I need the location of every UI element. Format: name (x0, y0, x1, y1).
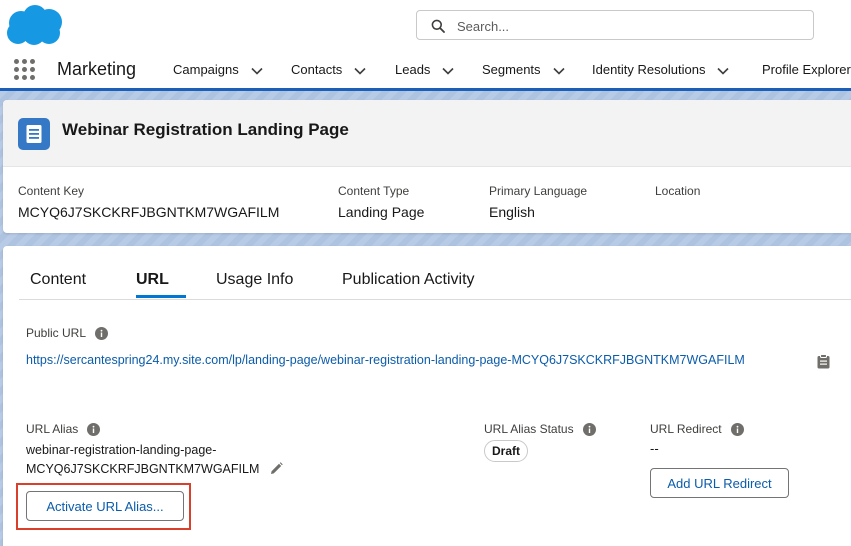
field-value: Landing Page (338, 204, 425, 220)
chevron-down-icon[interactable] (442, 67, 454, 75)
tab-usage-info[interactable]: Usage Info (216, 271, 293, 289)
nav-item-segments[interactable]: Segments (482, 62, 565, 77)
label-text: Public URL (26, 326, 87, 340)
field-label: Primary Language (489, 184, 588, 198)
search-input[interactable] (455, 14, 799, 38)
detail-card: Content URL Usage Info Publication Activ… (3, 246, 851, 546)
chevron-down-icon[interactable] (552, 67, 565, 75)
nav-item-profile-explorer[interactable]: Profile Explorer (762, 62, 851, 77)
public-url-link[interactable]: https://sercantespring24.my.site.com/lp/… (26, 353, 745, 367)
info-icon[interactable] (582, 423, 596, 437)
nav-item-leads[interactable]: Leads (395, 62, 454, 77)
field-value: MCYQ6J7SKCKRFJBGNTKM7WGAFILM (18, 204, 280, 220)
document-icon (18, 118, 50, 150)
public-url-label: Public URL (26, 326, 109, 341)
nav-item-contacts[interactable]: Contacts (291, 62, 366, 77)
label-text: URL Alias Status (484, 422, 574, 436)
field-primary-language: Primary Language English (489, 184, 587, 220)
field-label: Content Key (18, 184, 85, 198)
app-launcher-icon[interactable] (14, 59, 36, 81)
chevron-down-icon[interactable] (354, 67, 366, 75)
record-title: Webinar Registration Landing Page (62, 120, 349, 139)
clipboard-icon[interactable] (817, 354, 830, 369)
info-icon[interactable] (95, 327, 109, 341)
tab-publication-activity[interactable]: Publication Activity (342, 271, 475, 289)
tab-bar: Content URL Usage Info Publication Activ… (19, 246, 851, 300)
global-search[interactable] (416, 10, 814, 40)
field-value: English (489, 204, 535, 220)
pencil-icon[interactable] (270, 462, 283, 475)
status-badge: Draft (484, 440, 529, 462)
nav-item-label: Profile Explorer (762, 62, 851, 77)
global-header (0, 0, 851, 52)
field-label: Content Type (338, 184, 410, 198)
app-name: Marketing (57, 59, 137, 79)
app-nav-bar: Marketing Campaigns Contacts Leads Segme… (0, 52, 851, 91)
nav-item-label: Contacts (291, 62, 343, 77)
search-icon (431, 19, 445, 33)
nav-item-label: Identity Resolutions (592, 62, 706, 77)
active-tab-indicator (136, 295, 186, 298)
salesforce-cloud-logo[interactable] (4, 4, 64, 46)
nav-item-campaigns[interactable]: Campaigns (173, 62, 263, 77)
field-content-key: Content Key MCYQ6J7SKCKRFJBGNTKM7WGAFILM (18, 184, 279, 220)
label-text: URL Alias (26, 422, 79, 436)
record-title-zone: Webinar Registration Landing Page (3, 100, 851, 167)
url-redirect-label: URL Redirect (650, 422, 744, 437)
nav-item-label: Campaigns (173, 62, 239, 77)
chevron-down-icon[interactable] (717, 67, 730, 75)
chevron-down-icon[interactable] (251, 67, 263, 75)
url-alias-line-1: webinar-registration-landing-page- (26, 443, 217, 457)
field-label: Location (655, 184, 701, 198)
info-icon[interactable] (730, 423, 744, 437)
label-text: URL Redirect (650, 422, 722, 436)
url-redirect-value: -- (650, 441, 659, 456)
activate-url-alias-button[interactable]: Activate URL Alias... (26, 491, 184, 521)
nav-item-label: Leads (395, 62, 431, 77)
field-content-type: Content Type Landing Page (338, 184, 424, 220)
record-header: Webinar Registration Landing Page Conten… (3, 100, 851, 233)
field-location: Location (655, 184, 700, 204)
tab-content[interactable]: Content (30, 271, 86, 289)
url-alias-label: URL Alias (26, 422, 101, 437)
url-alias-line-2: MCYQ6J7SKCKRFJBGNTKM7WGAFILM (26, 462, 260, 476)
nav-item-label: Segments (482, 62, 541, 77)
url-alias-status-label: URL Alias Status (484, 422, 596, 437)
url-alias-value: webinar-registration-landing-page- MCYQ6… (26, 441, 259, 479)
add-url-redirect-button[interactable]: Add URL Redirect (650, 468, 789, 498)
info-icon[interactable] (87, 423, 101, 437)
tab-url[interactable]: URL (136, 271, 169, 289)
nav-item-identity-resolutions[interactable]: Identity Resolutions (592, 62, 730, 77)
